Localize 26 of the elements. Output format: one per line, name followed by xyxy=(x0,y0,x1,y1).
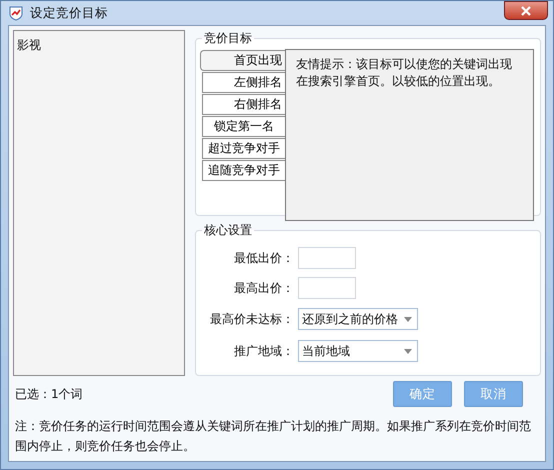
field-label: 最高价未达标： xyxy=(209,310,294,328)
input-field[interactable] xyxy=(298,277,356,299)
target-tab[interactable]: 左侧排名 xyxy=(202,72,285,93)
note-text: 注：竞价任务的运行时间范围会遵从关键词所在推广计划的推广周期。如果推广系列在竞价时间范围内停止，则竞价任务也会停止。 xyxy=(15,418,532,455)
target-tab[interactable]: 追随竞争对手 xyxy=(202,160,285,181)
target-tab[interactable]: 首页出现 xyxy=(200,50,285,71)
caret-icon xyxy=(404,316,412,322)
dropdown[interactable]: 还原到之前的价格 xyxy=(298,308,418,330)
field-label: 最低出价： xyxy=(233,250,294,266)
target-tab[interactable]: 右侧排名 xyxy=(202,94,285,115)
window-title: 设定竞价目标 xyxy=(30,4,108,22)
caret-icon xyxy=(404,348,412,354)
close-button[interactable] xyxy=(504,1,548,20)
group-title: 核心设置 xyxy=(203,222,253,239)
dropdown[interactable]: 当前地域 xyxy=(298,340,418,362)
target-tab[interactable]: 超过竞争对手 xyxy=(202,138,285,159)
field-label: 推广地域： xyxy=(233,342,294,360)
selection-count: 已选：1个词 xyxy=(15,386,83,402)
group-title: 竞价目标 xyxy=(203,30,253,47)
chart-shield-icon xyxy=(8,5,24,21)
keyword-item[interactable]: 影视 xyxy=(17,37,181,54)
tip-text: 友情提示：该目标可以使您的关键词出现在搜索引擎首页。以较低的位置出现。 xyxy=(296,56,513,90)
target-tab[interactable]: 锁定第一名 xyxy=(202,116,285,137)
field-label: 最高出价： xyxy=(233,280,294,296)
close-icon xyxy=(521,6,531,16)
input-field[interactable] xyxy=(298,247,356,269)
